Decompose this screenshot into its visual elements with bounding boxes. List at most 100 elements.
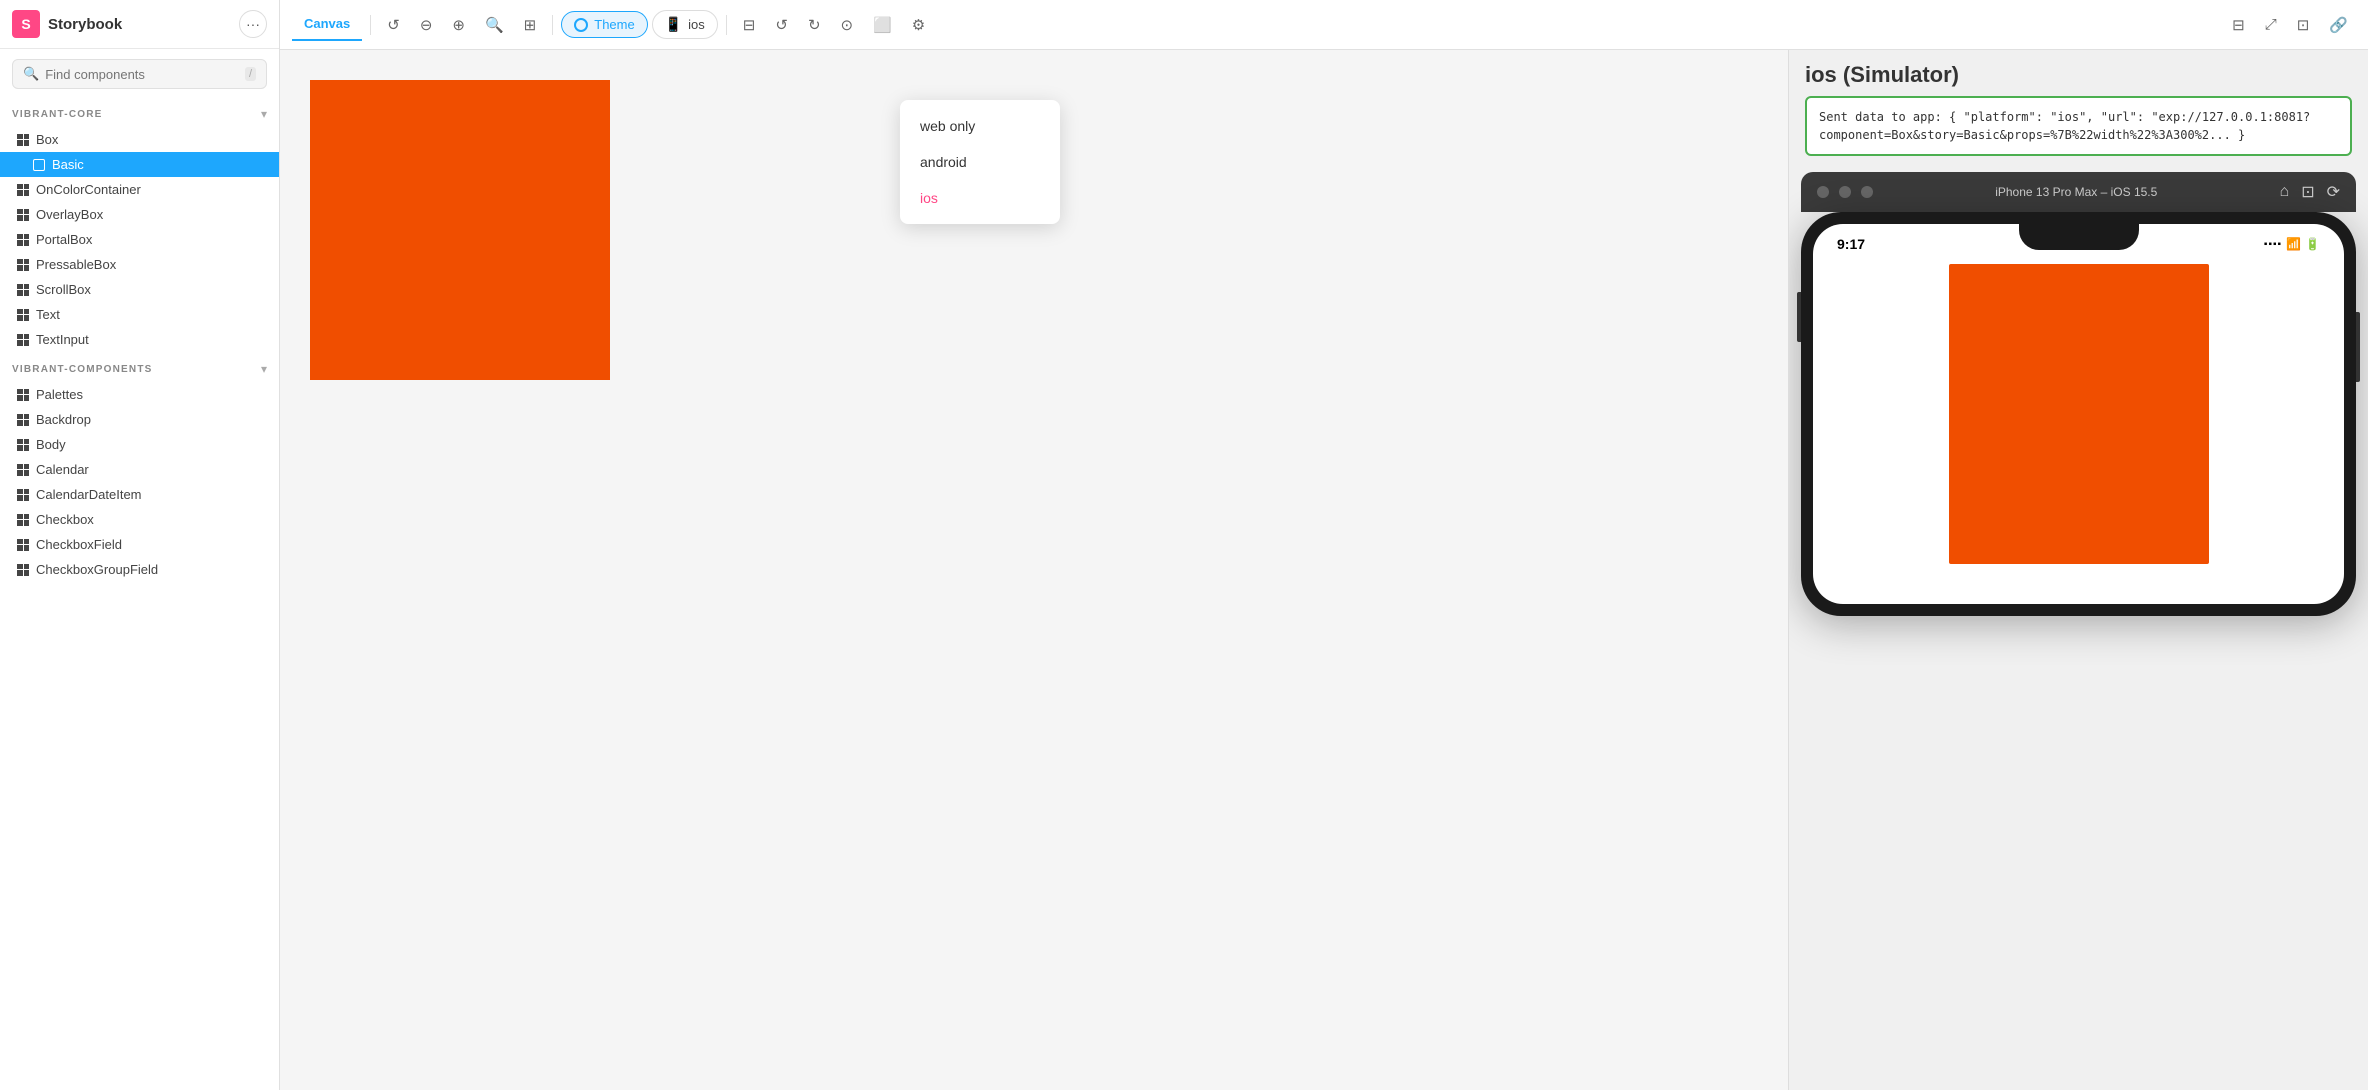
ios-title: ios (Simulator) xyxy=(1805,62,2352,88)
canvas-area: web only android ios ios (Simulator) Sen… xyxy=(280,50,2368,1090)
sidebar-item-textinput[interactable]: TextInput xyxy=(0,327,279,352)
grid-icon xyxy=(16,133,30,147)
vibrant-components-group: Palettes Backdrop Body Calendar Calendar… xyxy=(0,380,279,584)
sidebar-item-palettes[interactable]: Palettes xyxy=(0,382,279,407)
grid-icon xyxy=(16,563,30,577)
simulator-screenshot-button[interactable]: ⊡ xyxy=(2301,182,2314,202)
sidebar-item-pressablebox[interactable]: PressableBox xyxy=(0,252,279,277)
app-name: Storybook xyxy=(48,16,122,33)
ios-simulator-panel: ios (Simulator) Sent data to app: { "pla… xyxy=(1788,50,2368,1090)
iphone-time: 9:17 xyxy=(1837,236,1865,252)
sidebar-item-calendar[interactable]: Calendar xyxy=(0,457,279,482)
undo-button[interactable]: ↺ xyxy=(767,10,796,40)
redo-button[interactable]: ↻ xyxy=(800,10,829,40)
simulator-controls: ⌂ ⊡ ⟳ xyxy=(2280,182,2340,202)
sidebar-item-basic[interactable]: Basic xyxy=(0,152,279,177)
open-external-button[interactable]: ⊡ xyxy=(2289,10,2318,40)
dropdown-item-web-only[interactable]: web only xyxy=(900,108,1060,144)
section-title: VIBRANT-CORE xyxy=(12,109,103,120)
toolbar-right: ⊟ ⤢ ⊡ 🔗 xyxy=(2224,10,2356,40)
wifi-icon: 📶 xyxy=(2286,237,2301,251)
battery-icon: 🔋 xyxy=(2305,237,2320,251)
ios-message: Sent data to app: { "platform": "ios", "… xyxy=(1805,96,2352,156)
traffic-light-2 xyxy=(1839,186,1851,198)
fullscreen-button[interactable]: ⤢ xyxy=(2257,10,2285,40)
iphone-side-button-left xyxy=(1797,292,1801,342)
collapse-section-button[interactable]: ▾ xyxy=(261,107,267,121)
iphone-screen: 9:17 ▪▪▪▪ 📶 🔋 xyxy=(1813,224,2344,604)
sidebar-item-box[interactable]: Box xyxy=(0,127,279,152)
main-area: Canvas ↺ ⊖ ⊕ 🔍 ⊞ Theme 📱 ios ⊟ ↺ ↻ ⊙ ⬜ ⚙… xyxy=(280,0,2368,1090)
story-icon xyxy=(32,158,46,172)
phone-icon: 📱 xyxy=(665,16,682,33)
grid-icon xyxy=(16,463,30,477)
traffic-light-1 xyxy=(1817,186,1829,198)
sidebar-item-text[interactable]: Text xyxy=(0,302,279,327)
search-button[interactable]: 🔍 xyxy=(477,10,512,40)
iphone-notch xyxy=(2019,224,2139,250)
link-button[interactable]: 🔗 xyxy=(2321,10,2356,40)
vibrant-core-group: Box Basic OnColorContainer OverlayBox Po… xyxy=(0,125,279,354)
canvas-tab[interactable]: Canvas xyxy=(292,8,362,41)
sidebar-item-scrollbox[interactable]: ScrollBox xyxy=(0,277,279,302)
toolbar: Canvas ↺ ⊖ ⊕ 🔍 ⊞ Theme 📱 ios ⊟ ↺ ↻ ⊙ ⬜ ⚙… xyxy=(280,0,2368,50)
more-options-button[interactable]: ··· xyxy=(239,10,267,38)
sidebar-item-backdrop[interactable]: Backdrop xyxy=(0,407,279,432)
grid-icon xyxy=(16,538,30,552)
sidebar-item-body[interactable]: Body xyxy=(0,432,279,457)
preview-pane: web only android ios xyxy=(280,50,1788,1090)
theme-button[interactable]: Theme xyxy=(561,11,647,38)
app-logo: S Storybook xyxy=(12,10,122,38)
sidebar-scroll: VIBRANT-CORE ▾ Box Basic OnColorContaine… xyxy=(0,99,279,1090)
grid-icon xyxy=(16,308,30,322)
dropdown-item-android[interactable]: android xyxy=(900,144,1060,180)
collapse-components-button[interactable]: ▾ xyxy=(261,362,267,376)
sidebar-item-checkboxgroupfield[interactable]: CheckboxGroupField xyxy=(0,557,279,582)
toolbar-divider-3 xyxy=(726,15,727,35)
simulator-rotate-button[interactable]: ⟳ xyxy=(2327,182,2340,202)
iphone-mockup: 9:17 ▪▪▪▪ 📶 🔋 xyxy=(1801,212,2356,616)
grid-icon xyxy=(16,233,30,247)
sidebar-item-portalbox[interactable]: PortalBox xyxy=(0,227,279,252)
iphone-side-button-right xyxy=(2356,312,2360,382)
grid-icon xyxy=(16,488,30,502)
sidebar-item-oncolorcontainer[interactable]: OnColorContainer xyxy=(0,177,279,202)
dropdown-item-ios[interactable]: ios xyxy=(900,180,1060,216)
simulator-home-button[interactable]: ⌂ xyxy=(2280,182,2290,202)
camera-button[interactable]: ⊙ xyxy=(833,10,862,40)
grid-icon xyxy=(16,413,30,427)
search-bar: 🔍 / xyxy=(12,59,267,89)
refresh-back-button[interactable]: ↺ xyxy=(379,10,408,40)
sidebar-item-checkbox[interactable]: Checkbox xyxy=(0,507,279,532)
panel-toggle-button[interactable]: ⊟ xyxy=(2224,10,2253,40)
platform-button[interactable]: 📱 ios xyxy=(652,10,718,39)
logo-icon: S xyxy=(12,10,40,38)
theme-dropdown: web only android ios xyxy=(900,100,1060,224)
iphone-status-icons: ▪▪▪▪ 📶 🔋 xyxy=(2264,237,2320,251)
settings-button[interactable]: ⚙ xyxy=(904,10,933,40)
sidebar-header: S Storybook ··· xyxy=(0,0,279,49)
tablet-button[interactable]: ⬜ xyxy=(865,10,900,40)
simulator-chrome: iPhone 13 Pro Max – iOS 15.5 ⌂ ⊡ ⟳ xyxy=(1801,172,2356,212)
zoom-out-button[interactable]: ⊖ xyxy=(412,10,441,40)
ios-header: ios (Simulator) Sent data to app: { "pla… xyxy=(1789,50,2368,172)
iphone-preview-box xyxy=(1949,264,2209,564)
sidebar-item-calendardateitem[interactable]: CalendarDateItem xyxy=(0,482,279,507)
section-title-components: VIBRANT-COMPONENTS xyxy=(12,364,153,375)
iphone-content xyxy=(1813,256,2344,572)
grid-icon xyxy=(16,208,30,222)
sidebar-item-overlaybox[interactable]: OverlayBox xyxy=(0,202,279,227)
grid-icon xyxy=(16,388,30,402)
toolbar-divider-2 xyxy=(552,15,553,35)
preview-orange-box xyxy=(310,80,610,380)
grid-layout-button[interactable]: ⊟ xyxy=(735,10,764,40)
grid-icon xyxy=(16,283,30,297)
sidebar-item-checkboxfield[interactable]: CheckboxField xyxy=(0,532,279,557)
layout-button[interactable]: ⊞ xyxy=(516,10,545,40)
grid-icon xyxy=(16,183,30,197)
theme-label: Theme xyxy=(594,17,634,32)
zoom-in-button[interactable]: ⊕ xyxy=(444,10,473,40)
traffic-light-3 xyxy=(1861,186,1873,198)
search-input[interactable] xyxy=(45,67,239,82)
simulator-device-name: iPhone 13 Pro Max – iOS 15.5 xyxy=(1883,185,2270,199)
